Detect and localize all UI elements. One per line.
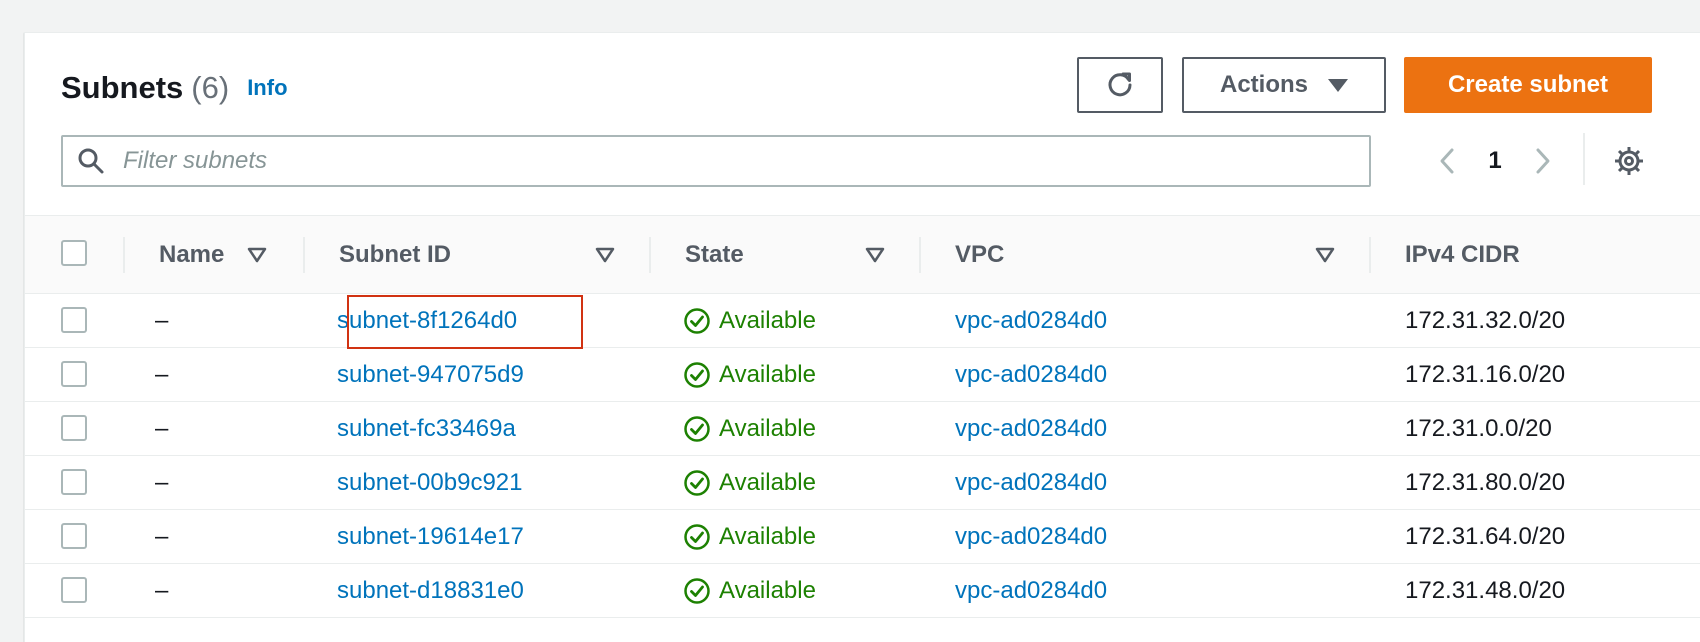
cell-state: Available	[683, 294, 816, 348]
refresh-button[interactable]	[1077, 57, 1163, 113]
row-checkbox[interactable]	[61, 523, 87, 549]
table-row[interactable]: – subnet-8f1264d0 Available vpc-ad0284d0…	[25, 294, 1700, 349]
cell-subnet-id-link[interactable]: subnet-fc33469a	[337, 402, 516, 456]
search-icon	[78, 148, 104, 174]
filter-input[interactable]	[123, 147, 1323, 175]
column-divider	[649, 237, 651, 273]
subnets-panel: Subnets (6) Info Actions Create subnet 1	[24, 32, 1700, 642]
cell-name: –	[155, 361, 169, 388]
column-divider	[919, 237, 921, 273]
row-checkbox[interactable]	[61, 307, 87, 333]
create-subnet-button[interactable]: Create subnet	[1404, 57, 1652, 113]
sort-caret-icon[interactable]	[247, 246, 267, 264]
status-text: Available	[719, 361, 816, 388]
column-header-name[interactable]: Name	[159, 216, 224, 294]
column-divider	[303, 237, 305, 273]
check-circle-icon	[684, 308, 710, 334]
row-checkbox[interactable]	[61, 577, 87, 603]
cell-state: Available	[683, 402, 816, 456]
column-header-vpc[interactable]: VPC	[955, 216, 1004, 294]
cell-state: Available	[683, 510, 816, 564]
table-row[interactable]: – subnet-00b9c921 Available vpc-ad0284d0…	[25, 456, 1700, 510]
cell-subnet-id-link[interactable]: subnet-19614e17	[337, 510, 524, 564]
status-text: Available	[719, 307, 816, 334]
chevron-left-icon	[1440, 148, 1454, 174]
cell-ipv4-cidr: 172.31.16.0/20	[1405, 361, 1566, 388]
column-header-state[interactable]: State	[685, 216, 744, 294]
caret-down-icon	[1328, 78, 1348, 92]
cell-subnet-id-link[interactable]: subnet-d18831e0	[337, 564, 524, 618]
cell-ipv4-cidr: 172.31.64.0/20	[1405, 523, 1566, 550]
actions-button[interactable]: Actions	[1182, 57, 1386, 113]
status-text: Available	[719, 577, 816, 604]
chevron-right-icon	[1536, 148, 1550, 174]
panel-header: Subnets (6) Info	[61, 63, 288, 113]
refresh-icon	[1108, 72, 1132, 97]
filter-box[interactable]	[61, 135, 1371, 187]
cell-subnet-id-link[interactable]: subnet-947075d9	[337, 348, 524, 402]
check-circle-icon	[684, 524, 710, 550]
sort-caret-icon[interactable]	[1315, 246, 1335, 264]
cell-ipv4-cidr: 172.31.32.0/20	[1405, 307, 1566, 334]
actions-button-label: Actions	[1219, 71, 1308, 98]
cell-vpc-link[interactable]: vpc-ad0284d0	[955, 348, 1107, 402]
cell-ipv4-cidr: 172.31.80.0/20	[1405, 469, 1566, 496]
column-divider	[1369, 237, 1371, 273]
cell-vpc-link[interactable]: vpc-ad0284d0	[955, 564, 1107, 618]
sort-caret-icon[interactable]	[865, 246, 885, 264]
pagination-divider	[1583, 133, 1585, 185]
subnet-count: (6)	[191, 70, 230, 105]
table-row[interactable]: – subnet-d18831e0 Available vpc-ad0284d0…	[25, 564, 1700, 618]
subnets-table: Name Subnet ID State VPC IPv4 CIDR – sub…	[25, 215, 1700, 618]
status-text: Available	[719, 469, 816, 496]
table-row[interactable]: – subnet-947075d9 Available vpc-ad0284d0…	[25, 348, 1700, 402]
check-circle-icon	[684, 578, 710, 604]
check-circle-icon	[684, 470, 710, 496]
column-header-subnet-id[interactable]: Subnet ID	[339, 216, 451, 294]
gear-icon	[1615, 147, 1643, 175]
cell-ipv4-cidr: 172.31.0.0/20	[1405, 415, 1552, 442]
cell-vpc-link[interactable]: vpc-ad0284d0	[955, 294, 1107, 348]
cell-subnet-id-link[interactable]: subnet-8f1264d0	[337, 294, 517, 348]
table-header: Name Subnet ID State VPC IPv4 CIDR	[25, 216, 1700, 294]
cell-vpc-link[interactable]: vpc-ad0284d0	[955, 510, 1107, 564]
cell-state: Available	[683, 456, 816, 510]
previous-page-button[interactable]	[1425, 139, 1469, 183]
column-divider	[123, 237, 125, 273]
page-title: Subnets	[61, 70, 184, 105]
cell-state: Available	[683, 348, 816, 402]
pagination: 1	[1425, 139, 1565, 183]
cell-state: Available	[683, 564, 816, 618]
cell-subnet-id-link[interactable]: subnet-00b9c921	[337, 456, 522, 510]
select-all-checkbox[interactable]	[61, 240, 87, 266]
cell-name: –	[155, 415, 169, 442]
sort-caret-icon[interactable]	[595, 246, 615, 264]
row-checkbox[interactable]	[61, 469, 87, 495]
table-row[interactable]: – subnet-19614e17 Available vpc-ad0284d0…	[25, 510, 1700, 564]
row-checkbox[interactable]	[61, 415, 87, 441]
info-link[interactable]: Info	[247, 75, 287, 101]
cell-vpc-link[interactable]: vpc-ad0284d0	[955, 402, 1107, 456]
check-circle-icon	[684, 416, 710, 442]
current-page-number[interactable]: 1	[1469, 147, 1521, 175]
table-row[interactable]: – subnet-fc33469a Available vpc-ad0284d0…	[25, 402, 1700, 456]
column-header-ipv4-cidr[interactable]: IPv4 CIDR	[1405, 216, 1520, 294]
status-text: Available	[719, 523, 816, 550]
table-body: – subnet-8f1264d0 Available vpc-ad0284d0…	[25, 294, 1700, 618]
status-text: Available	[719, 415, 816, 442]
cell-name: –	[155, 523, 169, 550]
next-page-button[interactable]	[1521, 139, 1565, 183]
cell-name: –	[155, 307, 169, 334]
cell-name: –	[155, 577, 169, 604]
row-checkbox[interactable]	[61, 361, 87, 387]
cell-name: –	[155, 469, 169, 496]
check-circle-icon	[684, 362, 710, 388]
cell-ipv4-cidr: 172.31.48.0/20	[1405, 577, 1566, 604]
cell-vpc-link[interactable]: vpc-ad0284d0	[955, 456, 1107, 510]
preferences-button[interactable]	[1611, 143, 1647, 179]
